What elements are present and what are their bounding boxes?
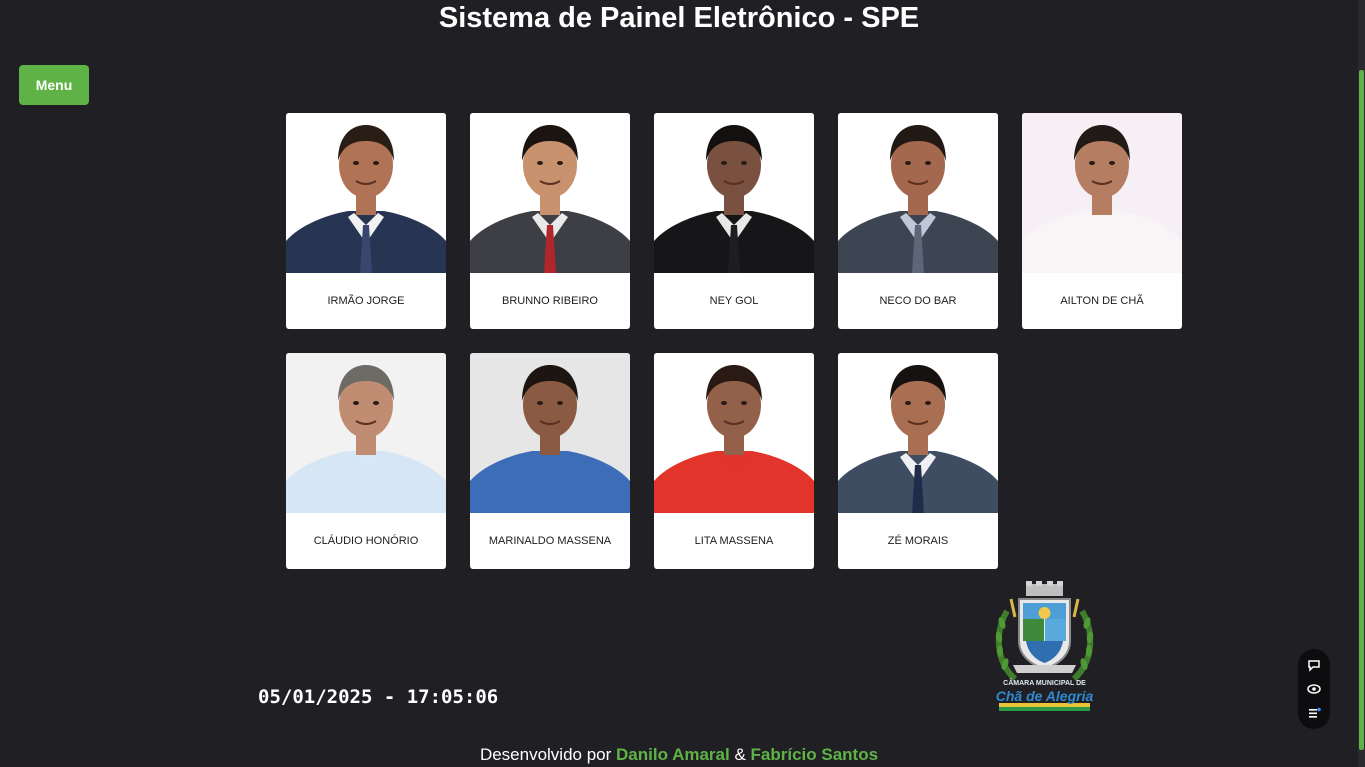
councilor-card[interactable]: NEY GOL — [654, 113, 814, 329]
councilor-name: LITA MASSENA — [694, 535, 774, 547]
chat-icon[interactable] — [1306, 657, 1322, 673]
councilor-name: NEY GOL — [709, 295, 759, 307]
developer-name-2: Fabrício Santos — [750, 745, 879, 764]
councilor-card[interactable]: MARINALDO MASSENA — [470, 353, 630, 569]
councilor-name: ZÉ MORAIS — [887, 535, 949, 547]
councilor-name: NECO DO BAR — [879, 295, 957, 307]
date-time-clock: 05/01/2025 - 17:05:06 — [258, 686, 499, 708]
councilor-card[interactable]: BRUNNO RIBEIRO — [470, 113, 630, 329]
councilor-photo — [838, 353, 998, 513]
menu-button[interactable]: Menu — [19, 65, 89, 105]
councilor-photo — [286, 353, 446, 513]
councilor-photo — [838, 113, 998, 273]
floating-toolbar — [1298, 649, 1330, 729]
councilor-photo — [286, 113, 446, 273]
councilor-photo — [470, 113, 630, 273]
menu-lines-icon[interactable] — [1306, 705, 1322, 721]
councilor-card[interactable]: AILTON DE CHÃ — [1022, 113, 1182, 329]
councilor-card[interactable]: CLÁUDIO HONÓRIO — [286, 353, 446, 569]
page-title: Sistema de Painel Eletrônico - SPE — [438, 2, 920, 34]
councilor-photo — [470, 353, 630, 513]
eye-icon[interactable] — [1306, 681, 1322, 697]
footer-credits: Desenvolvido por Danilo Amaral & Fabríci… — [0, 745, 1358, 765]
councilor-name: AILTON DE CHÃ — [1060, 295, 1144, 307]
councilor-name: IRMÃO JORGE — [327, 295, 405, 307]
scrollbar-thumb[interactable] — [1359, 70, 1364, 750]
councilor-photo — [654, 353, 814, 513]
councilor-name: BRUNNO RIBEIRO — [502, 295, 598, 307]
developer-name-1: Danilo Amaral — [616, 745, 730, 764]
councilor-card[interactable]: NECO DO BAR — [838, 113, 998, 329]
footer-separator: & — [734, 745, 746, 764]
footer-prefix: Desenvolvido por — [479, 745, 612, 764]
logo-line1: CÂMARA MUNICIPAL DE — [1003, 680, 1086, 687]
councilor-name: MARINALDO MASSENA — [488, 535, 612, 547]
councilor-card[interactable]: IRMÃO JORGE — [286, 113, 446, 329]
councilor-photo — [654, 113, 814, 273]
logo-line2: Chã de Alegria — [995, 688, 1094, 704]
councilor-name: CLÁUDIO HONÓRIO — [313, 535, 419, 547]
councilor-card[interactable]: LITA MASSENA — [654, 353, 814, 569]
councilor-photo — [1022, 113, 1182, 273]
councilor-card[interactable]: ZÉ MORAIS — [838, 353, 998, 569]
